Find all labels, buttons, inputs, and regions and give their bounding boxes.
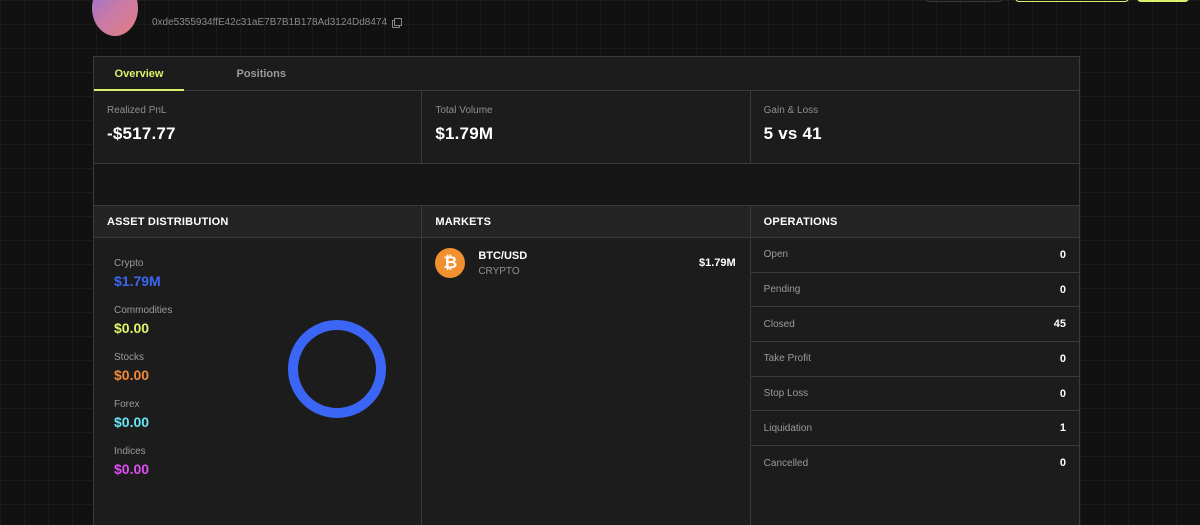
operation-value: 1 <box>1059 422 1066 435</box>
section-title: MARKETS <box>422 206 750 238</box>
asset-value: $0.00 <box>114 367 150 383</box>
operation-value: 0 <box>1059 283 1066 296</box>
operation-label: Closed <box>763 318 795 330</box>
wallet-address-text: 0xde5355934ffE42c31aE7B7B1B178Ad3124Dd84… <box>152 17 388 28</box>
operation-row-liquidation: Liquidation 1 <box>750 411 1079 447</box>
stat-gain-loss: Gain & Loss 5 vs 41 <box>751 91 1079 163</box>
asset-label: Indices <box>114 446 146 457</box>
section-title: OPERATIONS <box>750 206 1079 238</box>
operation-label: Cancelled <box>763 457 809 469</box>
sections-row: ASSET DISTRIBUTION Crypto $1.79M Commodi… <box>94 206 1079 525</box>
operation-label: Pending <box>763 284 801 296</box>
header-button-1[interactable] <box>925 0 1003 2</box>
operation-label: Open <box>763 249 789 261</box>
markets-section: MARKETS ₿ BTC/USD CRYPTO $1.79M <box>422 206 751 525</box>
operation-row-closed: Closed 45 <box>750 307 1079 343</box>
stat-label: Realized PnL <box>107 105 167 116</box>
asset-donut-chart <box>288 320 386 418</box>
asset-value: $1.79M <box>114 273 161 289</box>
spacer-band <box>94 164 1079 206</box>
tab-bar: Overview Positions <box>94 57 1079 91</box>
header-button-2[interactable] <box>1015 0 1129 2</box>
operation-value: 0 <box>1059 248 1066 261</box>
asset-item-crypto: Crypto $1.79M <box>114 258 172 305</box>
asset-distribution-section: ASSET DISTRIBUTION Crypto $1.79M Commodi… <box>94 206 423 525</box>
operation-value: 45 <box>1053 318 1066 331</box>
asset-label: Crypto <box>114 258 144 269</box>
market-name: BTC/USD <box>478 250 528 262</box>
asset-item-stocks: Stocks $0.00 <box>114 352 172 399</box>
operation-label: Take Profit <box>763 353 811 365</box>
header-button-3[interactable] <box>1137 0 1189 2</box>
donut-ring-crypto <box>288 320 386 418</box>
operation-value: 0 <box>1059 352 1066 365</box>
section-title: ASSET DISTRIBUTION <box>94 206 422 238</box>
stat-realized-pnl: Realized PnL -$517.77 <box>94 91 423 163</box>
operation-row-cancelled: Cancelled 0 <box>751 446 1079 481</box>
tab-overview[interactable]: Overview <box>94 57 184 91</box>
stat-total-volume: Total Volume $1.79M <box>422 91 751 163</box>
profile-panel: Overview Positions Realized PnL -$517.77… <box>93 56 1080 525</box>
wallet-address: 0xde5355934ffE42c31aE7B7B1B178Ad3124Dd84… <box>152 17 403 28</box>
operation-row-open: Open 0 <box>750 238 1079 273</box>
stat-label: Gain & Loss <box>763 105 819 116</box>
operation-row-take-profit: Take Profit 0 <box>750 342 1079 377</box>
asset-label: Forex <box>114 399 140 410</box>
operation-label: Liquidation <box>763 422 813 434</box>
market-value: $1.79M <box>698 257 736 269</box>
asset-item-forex: Forex $0.00 <box>114 399 172 446</box>
operations-section: OPERATIONS Open 0 Pending 0 Closed 45 Ta… <box>750 206 1079 525</box>
stat-value: $1.79M <box>435 124 494 143</box>
copy-icon[interactable] <box>392 18 403 28</box>
market-row-btcusd[interactable]: ₿ BTC/USD CRYPTO $1.79M <box>422 238 749 288</box>
avatar <box>92 0 138 36</box>
asset-item-indices: Indices $0.00 <box>114 446 172 493</box>
stats-row: Realized PnL -$517.77 Total Volume $1.79… <box>94 91 1079 164</box>
stat-label: Total Volume <box>435 105 493 116</box>
operation-row-pending: Pending 0 <box>750 273 1079 308</box>
operation-label: Stop Loss <box>763 388 809 400</box>
asset-label: Commodities <box>114 305 173 316</box>
asset-value: $0.00 <box>114 320 150 336</box>
market-type: CRYPTO <box>478 266 520 277</box>
asset-label: Stocks <box>114 352 145 363</box>
bitcoin-icon: ₿ <box>435 248 466 278</box>
asset-value: $0.00 <box>114 414 150 430</box>
stat-value: -$517.77 <box>107 124 176 143</box>
asset-item-commodities: Commodities $0.00 <box>114 305 172 352</box>
asset-value: $0.00 <box>114 461 150 477</box>
operation-row-stop-loss: Stop Loss 0 <box>750 377 1079 412</box>
operation-value: 0 <box>1059 387 1066 400</box>
stat-value: 5 vs 41 <box>763 124 822 143</box>
tab-positions[interactable]: Positions <box>184 57 309 90</box>
asset-distribution-list: Crypto $1.79M Commodities $0.00 Stocks $… <box>114 258 172 493</box>
operation-value: 0 <box>1059 457 1066 470</box>
